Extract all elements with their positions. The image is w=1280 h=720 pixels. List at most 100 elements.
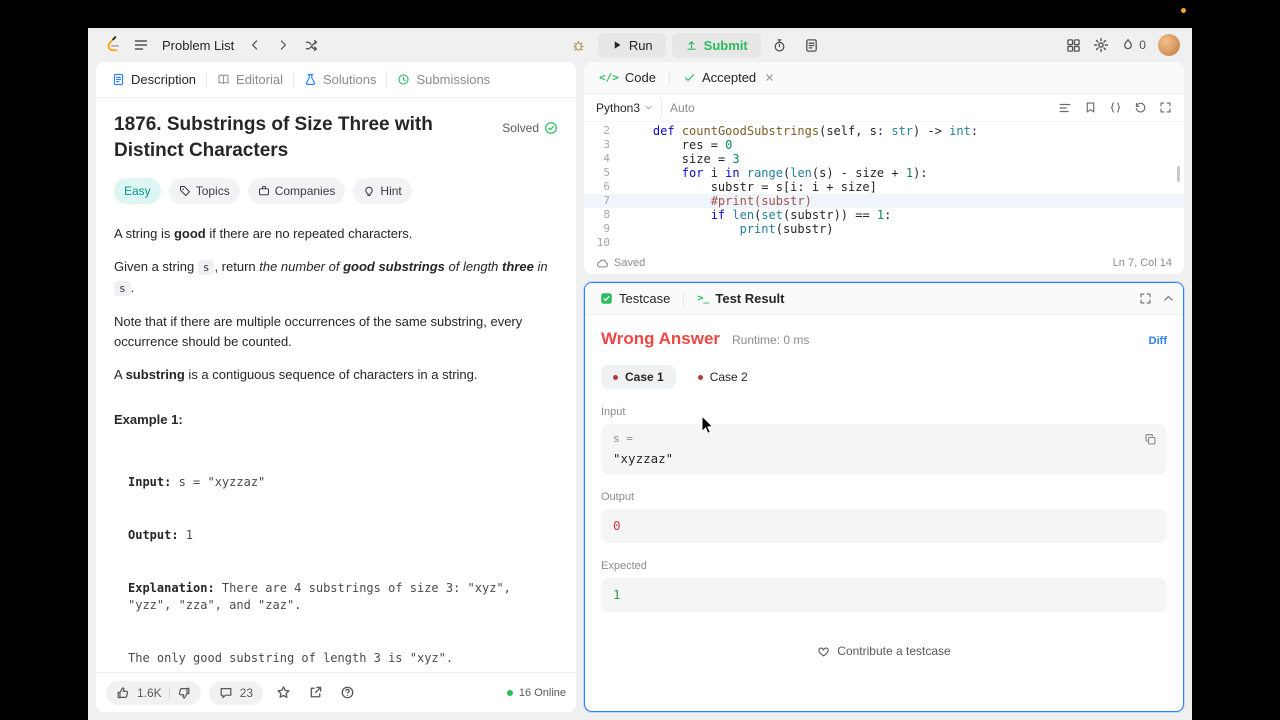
next-problem-icon[interactable] [270,32,296,58]
prev-problem-icon[interactable] [242,32,268,58]
tab-description[interactable]: Description [104,72,204,87]
tab-code[interactable]: </> Code [592,70,663,85]
case-2-tab[interactable]: Case 2 [686,365,760,389]
tab-editorial[interactable]: Editorial [209,72,291,87]
recording-indicator-dot [1181,8,1186,13]
timer-icon[interactable] [767,32,793,58]
notes-icon[interactable] [799,32,825,58]
collapse-chevron-icon[interactable] [1162,292,1175,305]
tab-divider [386,72,388,87]
code-line-active[interactable]: 7 #print(substr) [584,194,1184,208]
expected-value: 1 [613,587,621,602]
output-value: 0 [613,518,621,533]
test-result-body: Wrong Answer Runtime: 0 ms Diff Case 1 C… [585,315,1183,711]
avatar[interactable] [1157,34,1180,56]
fullscreen-icon[interactable] [1159,101,1172,114]
code-line[interactable]: 5 for i in range(len(s) - size + 1): [584,166,1184,180]
format-icon[interactable] [1058,101,1072,115]
close-tab-icon[interactable] [764,72,775,83]
favorite-star-icon[interactable] [271,681,295,705]
leetcode-app: Problem List Run Submit 0 Description Ed… [88,28,1192,720]
tab-test-result[interactable]: >_ Test Result [690,291,791,306]
case-1-tab[interactable]: Case 1 [601,365,676,389]
shuffle-icon[interactable] [298,32,324,58]
runtime-label: Runtime: 0 ms [732,333,810,347]
code-line[interactable]: 2 def countGoodSubstrings(self, s: str) … [584,124,1184,138]
comment-icon [220,687,232,698]
companies-chip[interactable]: Companies [247,178,346,204]
right-column: </> Code Accepted Python3 Auto 2 def cou… [584,62,1184,712]
layout-grid-icon[interactable] [1066,38,1081,53]
output-box: 0 [601,509,1167,543]
terminal-icon: >_ [697,293,710,304]
tab-solutions[interactable]: Solutions [296,72,384,87]
streak-counter[interactable]: 0 [1121,38,1146,52]
code-line[interactable]: 9 print(substr) [584,222,1184,236]
briefcase-icon [258,185,269,196]
bookmark-icon[interactable] [1084,101,1097,114]
run-label: Run [628,37,653,53]
language-selector[interactable]: Python3 [596,101,653,115]
submit-label: Submit [703,37,748,53]
problem-meta-chips: Easy Topics Companies Hint [114,178,558,204]
case-failed-dot [697,374,703,380]
code-line[interactable]: 10 [584,236,1184,250]
tab-divider [206,72,208,87]
main-area: Description Editorial Solutions Submissi… [88,62,1192,720]
topics-chip[interactable]: Topics [168,178,240,204]
paragraph: A string is good if there are no repeate… [114,226,413,241]
tab-accepted[interactable]: Accepted [676,70,782,85]
expand-panel-icon[interactable] [1139,292,1152,305]
comments-pill[interactable]: 23 [208,680,264,705]
debug-icon[interactable] [566,32,592,58]
code-editor[interactable]: 2 def countGoodSubstrings(self, s: str) … [584,122,1184,252]
play-icon [614,41,621,49]
tab-testcase[interactable]: Testcase [593,291,677,306]
problem-list-icon[interactable] [128,32,154,58]
hint-chip[interactable]: Hint [353,178,412,204]
navbar-right: 0 [1066,34,1180,56]
editor-toolbar-icons [1058,101,1172,115]
saved-cloud-icon [596,258,608,267]
input-box[interactable]: s = "xyzzaz" [601,424,1167,474]
description-tabbar: Description Editorial Solutions Submissi… [96,62,576,98]
copy-icon[interactable] [1144,433,1157,446]
vote-pill: 1.6K [106,680,201,705]
solutions-flask-icon [305,74,316,85]
submit-button[interactable]: Submit [671,32,761,58]
reset-undo-icon[interactable] [1134,101,1147,114]
code-line[interactable]: 4 size = 3 [584,152,1184,166]
thumbs-down-icon[interactable] [177,686,191,700]
difficulty-badge[interactable]: Easy [114,178,161,204]
code-line[interactable]: 6 substr = s[i: i + size] [584,180,1184,194]
solved-badge: Solved [502,118,558,138]
auto-toggle[interactable]: Auto [670,101,695,115]
editor-statusbar: Saved Ln 7, Col 14 [584,252,1184,274]
brackets-icon[interactable] [1109,101,1122,114]
editor-scrollbar-thumb[interactable] [1177,166,1180,182]
input-value[interactable]: "xyzzaz" [613,451,1155,466]
settings-gear-icon[interactable] [1093,37,1109,53]
problem-title: 1876. Substrings of Size Three with Dist… [114,114,433,161]
diff-link[interactable]: Diff [1149,335,1167,347]
testcase-tabbar: Testcase >_ Test Result [585,283,1183,315]
thumbs-up-icon[interactable] [116,686,130,700]
tab-submissions[interactable]: Submissions [389,72,498,87]
feedback-question-icon[interactable] [335,681,359,705]
code-icon: </> [599,71,619,84]
code-line[interactable]: 8 if len(set(substr)) == 1: [584,208,1184,222]
submissions-history-icon [398,74,410,85]
description-panel: Description Editorial Solutions Submissi… [96,62,576,712]
testcase-check-icon [601,293,612,304]
paragraph: Note that if there are multiple occurren… [114,314,523,349]
run-button[interactable]: Run [597,32,666,58]
problem-description: 1876. Substrings of Size Three with Dist… [96,98,576,672]
cursor-position: Ln 7, Col 14 [1112,257,1172,269]
contribute-testcase-link[interactable]: Contribute a testcase [601,644,1167,658]
code-line[interactable]: 3 res = 0 [584,138,1184,152]
leetcode-logo-icon[interactable] [100,32,126,58]
share-icon[interactable] [303,681,327,705]
problem-list-link[interactable]: Problem List [156,38,240,53]
comment-count: 23 [239,685,254,700]
editorial-icon [218,74,229,84]
